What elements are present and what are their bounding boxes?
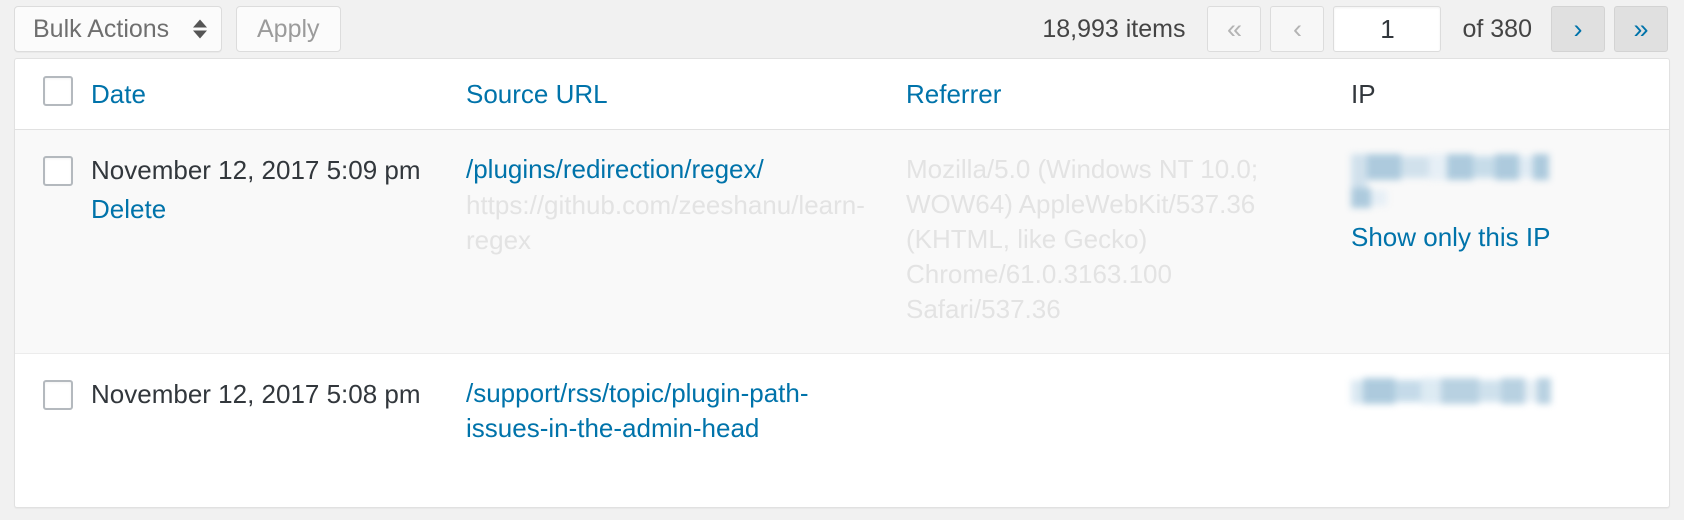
column-header-ip: IP bbox=[1351, 59, 1669, 130]
bulk-actions-select[interactable]: Bulk Actions bbox=[14, 6, 222, 52]
table-header-row: Date Source URL Referrer IP bbox=[15, 59, 1669, 130]
table-row: November 12, 2017 5:08 pm /support/rss/t… bbox=[15, 353, 1669, 472]
apply-button[interactable]: Apply bbox=[236, 6, 341, 52]
column-header-source-url[interactable]: Source URL bbox=[466, 59, 906, 130]
referrer-user-agent-text: Mozilla/5.0 (Windows NT 10.0; WOW64) App… bbox=[906, 153, 1259, 324]
updown-arrows-icon bbox=[193, 19, 207, 39]
current-page-input[interactable] bbox=[1333, 6, 1442, 52]
source-url-link[interactable]: /plugins/redirection/regex/ bbox=[466, 152, 906, 187]
row-date-cell: November 12, 2017 5:09 pm Delete bbox=[91, 129, 466, 354]
row-ip-cell: Show only this IP bbox=[1351, 129, 1669, 354]
select-all-checkbox[interactable] bbox=[43, 76, 73, 107]
redacted-ip-address bbox=[1351, 152, 1551, 210]
column-header-referrer[interactable]: Referrer bbox=[906, 59, 1351, 130]
table-body: November 12, 2017 5:09 pm Delete /plugin… bbox=[15, 129, 1669, 472]
row-referrer-cell bbox=[906, 353, 1351, 472]
bulk-actions-group: Bulk Actions Apply bbox=[14, 6, 341, 52]
items-count-label: 18,993 items bbox=[1042, 14, 1186, 43]
pagination-group: 18,993 items « ‹ of 380 › » bbox=[1042, 6, 1668, 52]
row-actions: Delete bbox=[91, 191, 466, 229]
table-navigation-top: Bulk Actions Apply 18,993 items « ‹ of 3… bbox=[0, 0, 1684, 58]
first-page-button[interactable]: « bbox=[1207, 6, 1262, 52]
row-date-cell: November 12, 2017 5:08 pm bbox=[91, 353, 466, 472]
table-row: November 12, 2017 5:09 pm Delete /plugin… bbox=[15, 129, 1669, 354]
row-select-cell bbox=[15, 129, 91, 354]
total-pages-label: of 380 bbox=[1462, 14, 1532, 43]
row-select-cell bbox=[15, 353, 91, 472]
logs-table: Date Source URL Referrer IP November 12,… bbox=[15, 59, 1669, 472]
row-checkbox[interactable] bbox=[43, 379, 73, 410]
row-date-text: November 12, 2017 5:09 pm bbox=[91, 154, 421, 185]
source-url-link[interactable]: /support/rss/topic/plugin-path-issues-in… bbox=[466, 376, 906, 446]
redacted-ip-address bbox=[1351, 376, 1551, 410]
select-all-header bbox=[15, 59, 91, 130]
logs-table-container: Date Source URL Referrer IP November 12,… bbox=[14, 58, 1670, 508]
show-only-this-ip-link[interactable]: Show only this IP bbox=[1351, 220, 1581, 255]
pagination-controls: « ‹ of 380 › » bbox=[1207, 6, 1668, 52]
table-head: Date Source URL Referrer IP bbox=[15, 59, 1669, 130]
row-ip-cell bbox=[1351, 353, 1669, 472]
row-checkbox[interactable] bbox=[43, 155, 73, 186]
row-referrer-cell: Mozilla/5.0 (Windows NT 10.0; WOW64) App… bbox=[906, 129, 1351, 354]
next-page-button[interactable]: › bbox=[1551, 6, 1605, 52]
row-source-url-cell: /plugins/redirection/regex/ https://gith… bbox=[466, 129, 906, 354]
last-page-button[interactable]: » bbox=[1614, 6, 1668, 52]
redirection-logs-page: Bulk Actions Apply 18,993 items « ‹ of 3… bbox=[0, 0, 1684, 520]
row-source-url-cell: /support/rss/topic/plugin-path-issues-in… bbox=[466, 353, 906, 472]
row-date-text: November 12, 2017 5:08 pm bbox=[91, 378, 421, 409]
source-url-subtext: https://github.com/zeeshanu/learn-regex bbox=[466, 189, 865, 255]
delete-link[interactable]: Delete bbox=[91, 194, 166, 224]
previous-page-button[interactable]: ‹ bbox=[1270, 6, 1325, 52]
column-header-date[interactable]: Date bbox=[91, 59, 466, 130]
bulk-actions-label: Bulk Actions bbox=[33, 14, 170, 43]
